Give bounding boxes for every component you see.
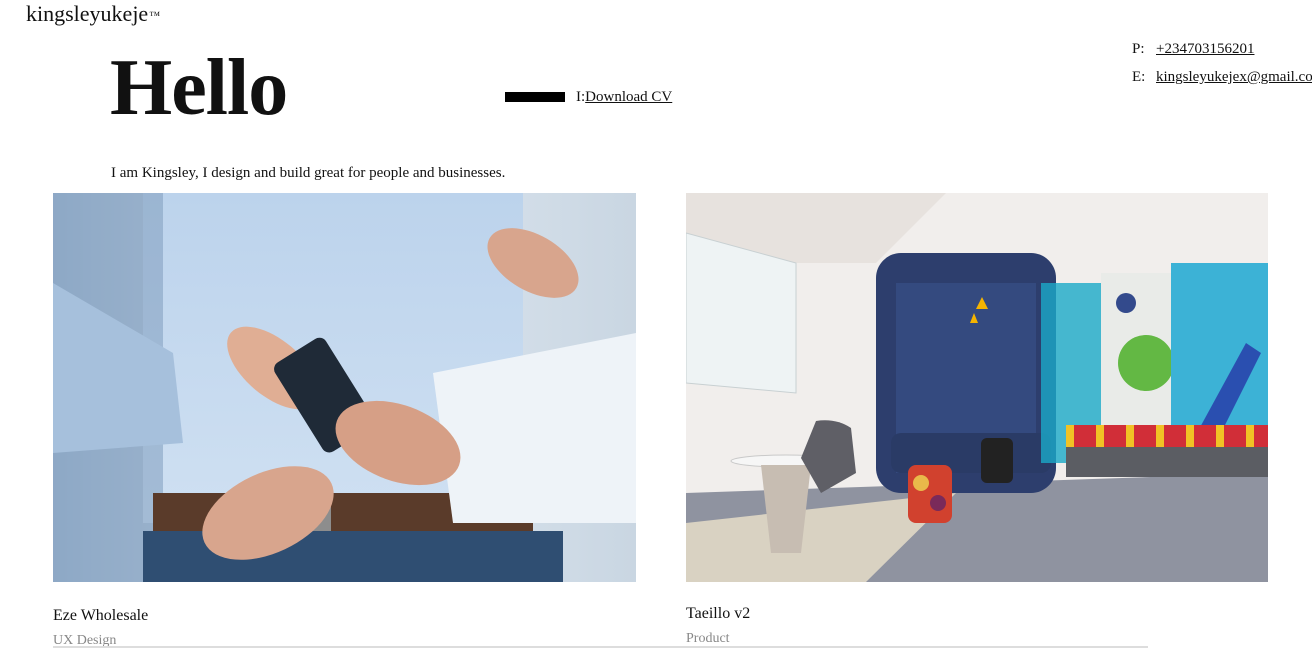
site-logo[interactable]: kingsleyukeje™ <box>26 0 160 28</box>
project-title[interactable]: Eze Wholesale <box>53 606 148 626</box>
portfolio-page: kingsleyukeje™ Hello I:Download CV P: +23… <box>0 0 1312 649</box>
email-key: E: <box>1132 69 1146 85</box>
trademark-mark: ™ <box>149 10 160 22</box>
phone-key: P: <box>1132 41 1145 57</box>
office-lounge-illustration <box>686 193 1268 582</box>
project-image[interactable] <box>53 193 636 582</box>
project-card[interactable]: Eze Wholesale UX Design <box>53 193 636 648</box>
person-holding-phone-illustration <box>53 193 636 582</box>
bottom-divider <box>53 646 1148 648</box>
download-cv-link[interactable]: Download CV <box>585 89 672 105</box>
project-image[interactable] <box>686 193 1268 582</box>
contact-phone: P: +234703156201 <box>1132 40 1254 58</box>
phone-link[interactable]: +234703156201 <box>1156 41 1254 57</box>
contact-email: E: kingsleyukejex@gmail.co <box>1132 68 1312 86</box>
email-link[interactable]: kingsleyukejex@gmail.co <box>1156 69 1312 85</box>
intro-text: I am Kingsley, I design and build great … <box>111 165 506 181</box>
download-prefix: I: <box>576 89 586 105</box>
hero-title: Hello <box>110 44 288 132</box>
redacted-bar <box>505 92 565 102</box>
project-title[interactable]: Taeillo v2 <box>686 604 750 624</box>
project-card[interactable]: Taeillo v2 Product <box>686 193 1268 646</box>
download-cv: I:Download CV <box>576 88 672 106</box>
logo-text: kingsleyukeje <box>26 1 149 26</box>
